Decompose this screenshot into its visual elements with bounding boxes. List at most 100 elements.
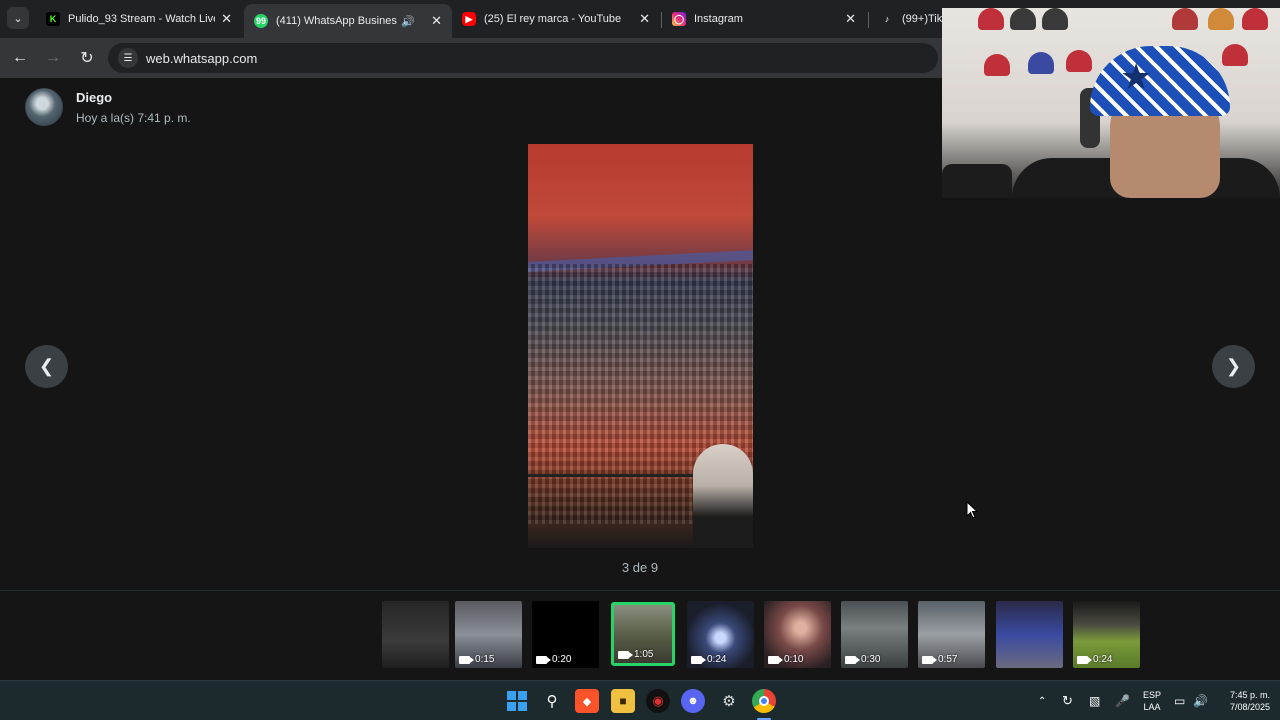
language-indicator[interactable]: ESP LAA <box>1138 689 1166 713</box>
tab-tiktok[interactable]: ♪ (99+)TikTok <box>870 4 942 34</box>
search-button[interactable]: ⚲ <box>540 689 564 713</box>
reload-icon: ↻ <box>80 50 94 67</box>
settings-button[interactable]: ⚙ <box>717 689 741 713</box>
discord-icon: ☻ <box>687 695 699 707</box>
avatar[interactable] <box>25 88 63 126</box>
thumbnail-item[interactable]: 0:24 <box>1073 601 1140 668</box>
tab-kick[interactable]: K Pulido_93 Stream - Watch Live on K ✕ <box>36 4 242 34</box>
video-camera-icon <box>1077 655 1092 664</box>
address-bar[interactable]: ☰ web.whatsapp.com <box>108 43 938 73</box>
sender-name: Diego <box>76 89 113 105</box>
video-camera-icon <box>536 655 551 664</box>
thumbnail-item[interactable] <box>382 601 449 668</box>
close-icon[interactable]: ✕ <box>431 13 442 29</box>
tab-title: (99+)TikTok <box>902 13 942 25</box>
file-explorer-button[interactable]: ■ <box>611 689 635 713</box>
site-settings-icon[interactable]: ☰ <box>118 48 138 68</box>
windows-start-button[interactable] <box>505 689 529 713</box>
tab-youtube[interactable]: ▶ (25) El rey marca - YouTube ✕ <box>452 4 660 34</box>
media-counter: 3 de 9 <box>621 560 659 575</box>
tray-display-button[interactable]: ▭ <box>1174 681 1185 720</box>
tab-title: Instagram <box>694 13 743 25</box>
keyboard-layout: LAA <box>1143 702 1161 712</box>
arrow-left-icon: ← <box>12 49 28 66</box>
speaker-icon: 🔊 <box>1193 694 1208 708</box>
tab-title: (411) WhatsApp Business <box>276 15 398 27</box>
tab-title: Pulido_93 Stream - Watch Live on K <box>68 13 215 25</box>
video-camera-icon <box>691 655 706 664</box>
tab-instagram[interactable]: ◯ Instagram ✕ <box>662 4 866 34</box>
address-url[interactable]: web.whatsapp.com <box>146 51 257 66</box>
thumbnail-item[interactable] <box>996 601 1063 668</box>
brave-browser-button[interactable]: ◆ <box>575 689 599 713</box>
system-clock[interactable]: 7:45 p. m. 7/08/2025 <box>1214 689 1270 713</box>
speaker-icon[interactable]: 🔊 <box>401 15 415 28</box>
duration-label: 0:24 <box>691 654 726 665</box>
wall-cap <box>1242 8 1268 30</box>
thumbnail-item[interactable]: 0:57 <box>918 601 985 668</box>
tray-network-button[interactable]: ▧ <box>1089 681 1100 720</box>
duration-label: 0:15 <box>459 654 494 665</box>
thumbnail-item-selected[interactable]: 1:05 <box>611 602 675 666</box>
video-camera-icon <box>768 655 783 664</box>
instagram-icon: ◯ <box>672 12 686 26</box>
duration-label: 0:20 <box>536 654 571 665</box>
thumbnail-item[interactable]: 0:30 <box>841 601 908 668</box>
chrome-button[interactable] <box>752 689 776 713</box>
tray-volume-button[interactable]: 🔊 <box>1193 681 1208 720</box>
next-media-button[interactable]: ❯ <box>1212 345 1255 388</box>
webcam-overlay: ★ <box>942 8 1280 198</box>
wall-cap <box>1010 8 1036 30</box>
whatsapp-icon: 99 <box>254 14 268 28</box>
chevron-up-icon: ⌃ <box>1038 695 1047 707</box>
back-button[interactable]: ← <box>9 47 31 69</box>
wall-cap <box>1172 8 1198 30</box>
gear-icon: ⚙ <box>722 693 736 710</box>
duration-label: 0:24 <box>1077 654 1112 665</box>
arrow-right-icon: → <box>45 49 61 66</box>
video-camera-icon <box>922 655 937 664</box>
close-icon[interactable]: ✕ <box>639 11 650 27</box>
app-button[interactable]: ◉ <box>646 689 670 713</box>
cowboys-cap <box>1090 46 1230 116</box>
tray-sync-button[interactable]: ↻ <box>1062 681 1073 720</box>
wall-cap <box>1208 8 1234 30</box>
previous-media-button[interactable]: ❮ <box>25 345 68 388</box>
close-icon[interactable]: ✕ <box>221 11 232 27</box>
video-player[interactable] <box>528 144 753 548</box>
duration-label: 1:05 <box>618 649 653 660</box>
video-camera-icon <box>845 655 860 664</box>
search-icon: ⚲ <box>546 693 558 710</box>
thumbnail-item[interactable]: 0:10 <box>764 601 831 668</box>
chair <box>942 164 1012 198</box>
spectator <box>693 444 753 548</box>
thumbnail-item[interactable]: 0:20 <box>532 601 599 668</box>
language-code: ESP <box>1142 690 1161 700</box>
network-off-icon: ▧ <box>1089 694 1101 708</box>
windows-taskbar: ⚲ ◆ ■ ◉ ☻ ⚙ ⌃ ↻ ▧ 🎤 ESP LAA ▭ 🔊 7:45 p. … <box>0 680 1280 720</box>
thumbnail-item[interactable]: 0:24 <box>687 601 754 668</box>
clock-time: 7:45 p. m. <box>1229 690 1270 700</box>
reload-button[interactable]: ↻ <box>76 47 98 69</box>
screen: ⌄ K Pulido_93 Stream - Watch Live on K ✕… <box>0 0 1280 720</box>
wall-cap <box>1042 8 1068 30</box>
thumbnail-strip: 0:15 0:20 1:05 0:24 0:10 0:30 0:57 0:24 <box>0 590 1280 680</box>
duration-label: 0:10 <box>768 654 803 665</box>
brave-icon: ◆ <box>582 695 592 708</box>
tab-search-button[interactable]: ⌄ <box>7 7 29 29</box>
sync-icon: ↻ <box>1062 693 1073 708</box>
forward-button[interactable]: → <box>42 47 64 69</box>
tab-title: (25) El rey marca - YouTube <box>484 13 622 25</box>
tray-mic-button[interactable]: 🎤 <box>1115 681 1130 720</box>
thumbnail-item[interactable]: 0:15 <box>455 601 522 668</box>
tab-whatsapp[interactable]: 99 (411) WhatsApp Business 🔊 ✕ <box>244 4 452 38</box>
discord-button[interactable]: ☻ <box>681 689 705 713</box>
sender-timestamp: Hoy a la(s) 7:41 p. m. <box>76 110 191 125</box>
wall-cap <box>1066 50 1092 72</box>
duration-label: 0:30 <box>845 654 880 665</box>
tray-overflow-button[interactable]: ⌃ <box>1038 681 1046 720</box>
close-icon[interactable]: ✕ <box>845 11 856 27</box>
kick-icon: K <box>46 12 60 26</box>
windows-icon <box>507 691 527 711</box>
monitor-icon: ▭ <box>1174 694 1186 708</box>
